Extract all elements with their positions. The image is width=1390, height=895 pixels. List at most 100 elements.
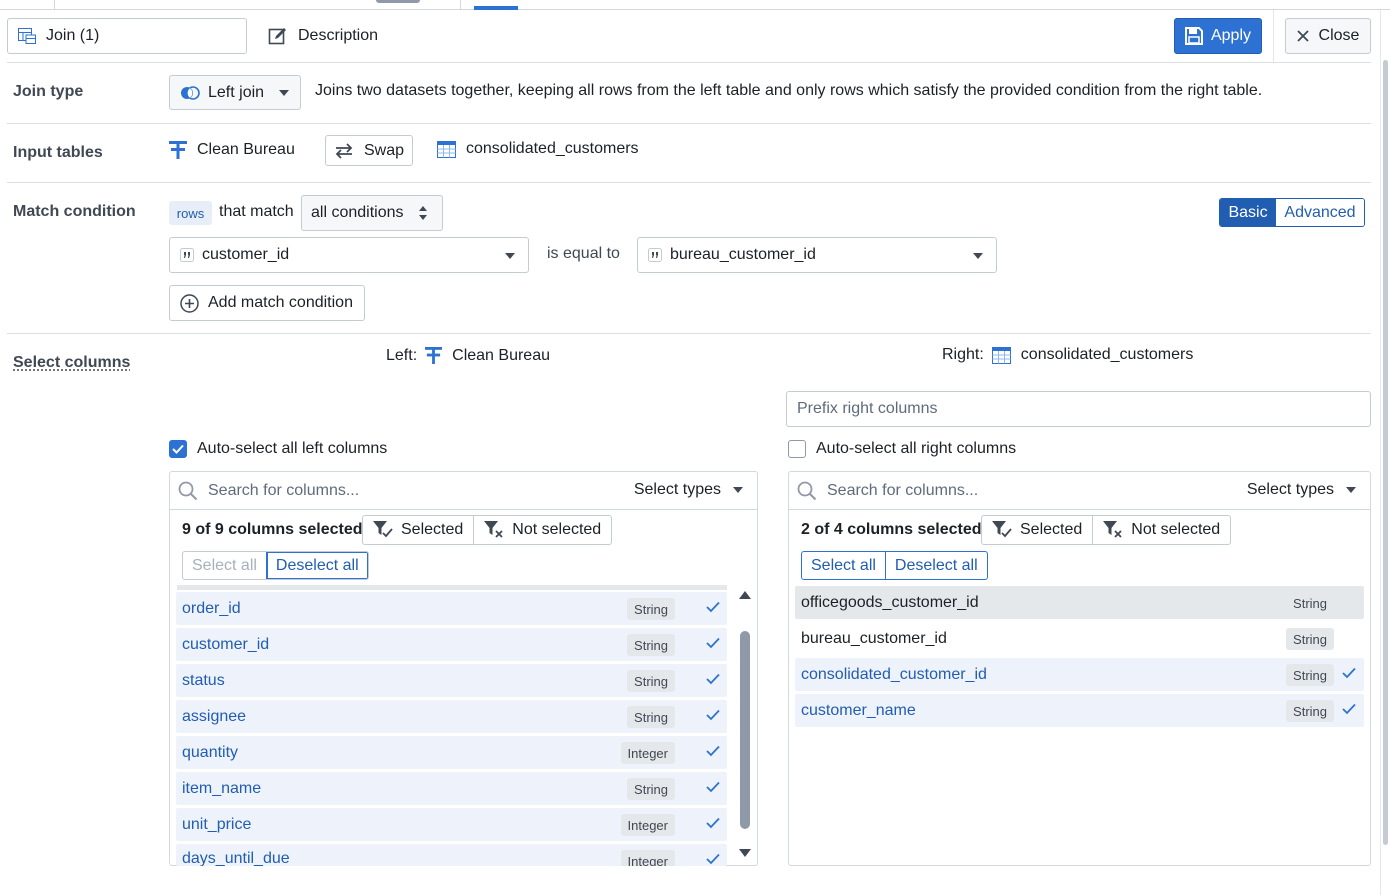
column-type-badge: Integer [620, 850, 675, 866]
column-name: item_name [182, 779, 262, 797]
right-search-bar[interactable]: Search for columns... Select types [789, 472, 1370, 510]
tab-badge [376, 0, 420, 3]
left-list-scrollbar[interactable] [737, 589, 753, 859]
check-icon [706, 601, 720, 613]
right-selected-filter[interactable]: Selected [982, 516, 1092, 544]
column-row[interactable]: consolidated_customer_id String [795, 658, 1364, 691]
column-row[interactable]: customer_id String [176, 628, 727, 661]
column-name: bureau_customer_id [801, 629, 947, 647]
prefix-right-columns-input[interactable]: Prefix right columns [786, 391, 1371, 427]
advanced-mode-button[interactable]: Advanced [1276, 199, 1364, 226]
match-mode-select[interactable]: all conditions [301, 195, 443, 231]
join-type-select[interactable]: Left join [169, 75, 301, 110]
left-column-select[interactable]: customer_id [169, 237, 529, 273]
column-type-badge: String [627, 598, 675, 620]
right-select-all-button[interactable]: Select all [802, 552, 885, 579]
column-row[interactable]: status String [176, 664, 727, 697]
check-icon [706, 853, 720, 865]
column-name: assignee [182, 707, 247, 725]
chevron-down-icon [1346, 487, 1356, 493]
column-type-badge: Integer [620, 814, 675, 836]
right-not-selected-filter[interactable]: Not selected [1092, 516, 1230, 544]
left-search-bar[interactable]: Search for columns... Select types [170, 472, 757, 510]
column-row[interactable]: order_id String [176, 592, 727, 625]
auto-select-left-checkbox[interactable]: Auto-select all left columns [169, 440, 387, 458]
right-filter-group: Selected Not selected [981, 515, 1232, 545]
join-type-value: Left join [208, 83, 265, 101]
apply-button[interactable]: Apply [1174, 18, 1262, 54]
checkbox-unchecked[interactable] [788, 440, 806, 458]
column-row[interactable]: quantity Integer [176, 736, 727, 769]
column-row[interactable]: unit_price Integer [176, 808, 727, 841]
string-type-icon [648, 248, 662, 262]
table-dataset-icon [991, 346, 1011, 364]
right-input-table: consolidated_customers [437, 140, 639, 158]
chevron-down-icon [505, 253, 515, 259]
right-column-select[interactable]: bureau_customer_id [637, 237, 997, 273]
basic-mode-button[interactable]: Basic [1220, 199, 1276, 226]
page-scrollbar[interactable] [1380, 10, 1390, 895]
column-type-badge: String [1286, 628, 1334, 650]
string-type-icon [180, 248, 194, 262]
right-count-label: 2 of 4 columns selected [801, 521, 982, 538]
description-button[interactable]: Description [268, 24, 378, 48]
left-select-deselect-group: Select all Deselect all [182, 551, 369, 580]
left-select-types-dropdown[interactable]: Select types [634, 481, 743, 499]
column-row[interactable]: officegoods_customer_id String [795, 586, 1364, 619]
page-scrollbar-thumb[interactable] [1383, 60, 1388, 845]
left-count-label: 9 of 9 columns selected [182, 521, 363, 538]
left-prefix: Left: [386, 346, 418, 364]
edit-icon [268, 28, 286, 45]
check-icon [1342, 667, 1356, 679]
column-type-badge: String [627, 670, 675, 692]
board-title: Join (1) [46, 27, 100, 44]
auto-select-right-checkbox[interactable]: Auto-select all right columns [788, 440, 1016, 458]
auto-select-right-label: Auto-select all right columns [816, 440, 1017, 457]
column-type-badge: String [1286, 592, 1334, 614]
column-row[interactable]: days_until_due Integer [176, 844, 727, 866]
right-select-deselect-group: Select all Deselect all [801, 551, 988, 580]
column-name: unit_price [182, 815, 252, 833]
divider [7, 62, 1371, 63]
left-selected-filter[interactable]: Selected [363, 516, 473, 544]
checkbox-checked[interactable] [169, 440, 187, 458]
column-name: status [182, 671, 225, 689]
column-row[interactable]: assignee String [176, 700, 727, 733]
swap-button[interactable]: Swap [325, 135, 413, 166]
close-label: Close [1318, 27, 1360, 44]
column-type-badge: Integer [620, 742, 675, 764]
right-select-types-dropdown[interactable]: Select types [1247, 481, 1356, 499]
column-type-badge: String [1286, 700, 1334, 722]
header-divider [1273, 10, 1274, 62]
select-types-label: Select types [1246, 481, 1334, 498]
column-row[interactable]: item_name String [176, 772, 727, 805]
left-not-selected-filter[interactable]: Not selected [473, 516, 611, 544]
scroll-down-icon[interactable] [737, 847, 753, 859]
column-type-badge: String [627, 706, 675, 728]
right-deselect-all-button[interactable]: Deselect all [884, 552, 987, 579]
basic-advanced-toggle[interactable]: Basic Advanced [1219, 198, 1365, 227]
scroll-up-icon[interactable] [737, 589, 753, 601]
selected-filter-label: Selected [1020, 521, 1083, 538]
left-select-all-button[interactable]: Select all [183, 552, 266, 579]
right-search-input[interactable]: Search for columns... [827, 482, 978, 500]
column-name: order_id [182, 599, 241, 617]
column-row[interactable]: bureau_customer_id String [795, 622, 1364, 655]
search-icon [797, 481, 817, 500]
left-search-input[interactable]: Search for columns... [208, 482, 359, 500]
close-button[interactable]: Close [1285, 18, 1371, 54]
left-list-scrollbar-thumb[interactable] [740, 631, 750, 829]
add-match-condition-button[interactable]: Add match condition [169, 285, 365, 321]
check-icon [706, 637, 720, 649]
active-tab-indicator[interactable] [474, 6, 518, 10]
check-icon [706, 673, 720, 685]
column-type-badge: String [627, 634, 675, 656]
column-name: customer_name [801, 701, 916, 719]
board-title-field[interactable]: Join (1) [7, 18, 247, 54]
left-deselect-all-button[interactable]: Deselect all [265, 552, 368, 579]
chevron-down-icon [973, 253, 983, 259]
column-row[interactable]: customer_name String [795, 694, 1364, 727]
left-column-value: customer_id [202, 246, 290, 263]
join-type-label: Join type [13, 83, 84, 100]
check-icon [706, 709, 720, 721]
